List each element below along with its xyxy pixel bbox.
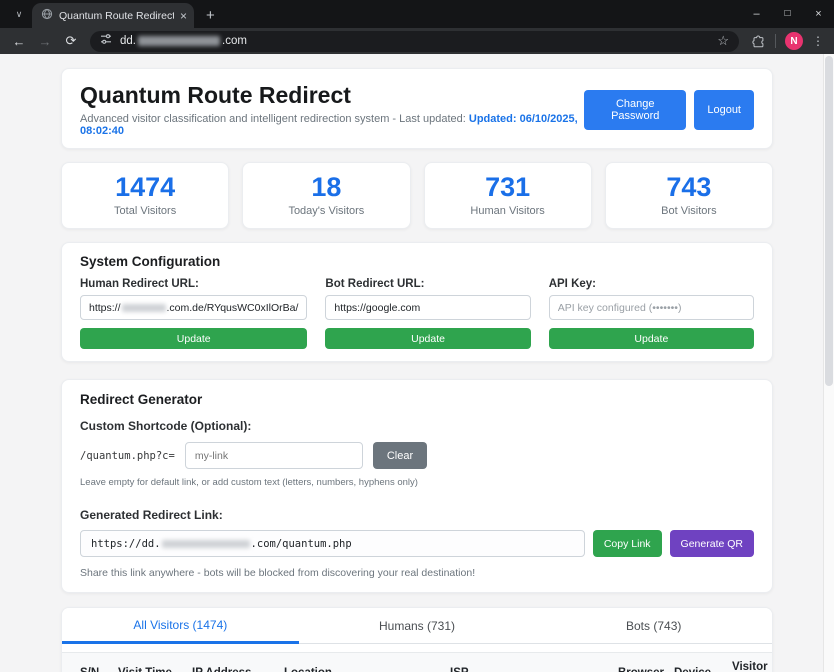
tune-icon[interactable]: [100, 32, 112, 50]
bot-redirect-input[interactable]: [325, 295, 530, 320]
change-password-button[interactable]: Change Password: [584, 90, 686, 130]
col-header-visitor-type: Visitor Type: [724, 653, 773, 672]
shortcode-help-text: Leave empty for default link, or add cus…: [80, 477, 754, 488]
stat-card-todays-visitors: 18 Today's Visitors: [242, 162, 410, 229]
tab-search-chevron-icon[interactable]: ∨: [8, 4, 30, 24]
forward-button[interactable]: →: [33, 34, 57, 49]
page-viewport: Quantum Route Redirect Advanced visitor …: [0, 54, 834, 672]
shortcode-input[interactable]: [185, 442, 363, 469]
profile-avatar[interactable]: N: [785, 32, 803, 50]
share-help-text: Share this link anywhere - bots will be …: [80, 567, 754, 579]
bookmark-star-icon[interactable]: ☆: [717, 33, 729, 49]
col-header-isp: ISP: [442, 653, 610, 672]
url-text: dd..com: [120, 35, 247, 47]
human-redirect-input[interactable]: https://.com.de/RYqusWC0xIlOrBa/: [80, 295, 307, 320]
reload-button[interactable]: ⟳: [59, 33, 83, 49]
human-redirect-field: Human Redirect URL: https://.com.de/RYqu…: [80, 278, 307, 349]
toolbar-divider: [775, 34, 776, 48]
extensions-icon[interactable]: [746, 35, 770, 48]
generated-link-input[interactable]: https://dd..com/quantum.php: [80, 530, 585, 557]
scrollbar-thumb[interactable]: [825, 56, 833, 386]
browser-menu-icon[interactable]: ⋮: [809, 34, 827, 48]
window-controls: – □ ×: [741, 0, 834, 27]
close-window-button[interactable]: ×: [803, 0, 834, 27]
minimize-button[interactable]: –: [741, 0, 772, 27]
human-redirect-redacted-segment: [122, 304, 166, 312]
generated-link-redacted-segment: [162, 540, 250, 548]
redirect-generator-card: Redirect Generator Custom Shortcode (Opt…: [61, 379, 773, 593]
back-button[interactable]: ←: [7, 34, 31, 49]
new-tab-button[interactable]: +: [206, 8, 215, 23]
header-actions: Change Password Logout: [584, 90, 754, 130]
browser-toolbar: ← → ⟳ dd..com ☆ N ⋮: [0, 28, 834, 54]
redirect-generator-title: Redirect Generator: [80, 392, 754, 407]
tab-bots[interactable]: Bots (743): [535, 608, 772, 644]
stat-card-human-visitors: 731 Human Visitors: [424, 162, 592, 229]
visitors-table-wrap: S/N Visit Time IP Address Location ISP B…: [62, 644, 772, 672]
col-header-browser: Browser: [610, 653, 666, 672]
tab-all-visitors[interactable]: All Visitors (1474): [62, 608, 299, 644]
header-text: Quantum Route Redirect Advanced visitor …: [80, 82, 584, 137]
col-header-visit-time: Visit Time: [110, 653, 184, 672]
page-scrollbar[interactable]: [823, 54, 834, 672]
stat-card-bot-visitors: 743 Bot Visitors: [605, 162, 773, 229]
page-title: Quantum Route Redirect: [80, 82, 584, 109]
stat-label: Human Visitors: [425, 205, 591, 217]
human-redirect-label: Human Redirect URL:: [80, 278, 307, 290]
stats-row: 1474 Total Visitors 18 Today's Visitors …: [61, 162, 773, 229]
clear-button[interactable]: Clear: [373, 442, 427, 469]
tab-title: Quantum Route Redirect - Adm: [59, 10, 174, 22]
generated-link-row: https://dd..com/quantum.php Copy Link Ge…: [80, 530, 754, 557]
update-human-redirect-button[interactable]: Update: [80, 328, 307, 349]
header-card: Quantum Route Redirect Advanced visitor …: [61, 68, 773, 149]
copy-link-button[interactable]: Copy Link: [593, 530, 662, 557]
tab-favicon-globe-icon: [41, 7, 53, 25]
shortcode-row: /quantum.php?c= Clear: [80, 442, 754, 469]
stat-value: 731: [425, 172, 591, 203]
stat-label: Today's Visitors: [243, 205, 409, 217]
custom-shortcode-label: Custom Shortcode (Optional):: [80, 419, 754, 433]
stat-value: 1474: [62, 172, 228, 203]
stat-label: Total Visitors: [62, 205, 228, 217]
col-header-device: Device: [666, 653, 724, 672]
address-bar[interactable]: dd..com ☆: [90, 31, 739, 52]
update-bot-redirect-button[interactable]: Update: [325, 328, 530, 349]
generated-link-label: Generated Redirect Link:: [80, 508, 754, 522]
stat-value: 18: [243, 172, 409, 203]
generate-qr-button[interactable]: Generate QR: [670, 530, 754, 557]
api-key-field: API Key: Update: [549, 278, 754, 349]
update-api-key-button[interactable]: Update: [549, 328, 754, 349]
page-subtitle: Advanced visitor classification and inte…: [80, 113, 584, 137]
stat-card-total-visitors: 1474 Total Visitors: [61, 162, 229, 229]
col-header-ip: IP Address: [184, 653, 276, 672]
api-key-label: API Key:: [549, 278, 754, 290]
visitor-tabs: All Visitors (1474) Humans (731) Bots (7…: [62, 608, 772, 644]
stat-value: 743: [606, 172, 772, 203]
tab-close-icon[interactable]: ×: [180, 10, 187, 22]
visitors-card: All Visitors (1474) Humans (731) Bots (7…: [61, 607, 773, 672]
logout-button[interactable]: Logout: [694, 90, 754, 130]
col-header-location: Location: [276, 653, 442, 672]
browser-tab-strip: ∨ Quantum Route Redirect - Adm × + – □ ×: [0, 0, 834, 28]
browser-tab[interactable]: Quantum Route Redirect - Adm ×: [32, 3, 194, 28]
shortcode-prefix: /quantum.php?c=: [80, 450, 175, 462]
api-key-input[interactable]: [549, 295, 754, 320]
bot-redirect-field: Bot Redirect URL: Update: [325, 278, 530, 349]
stat-label: Bot Visitors: [606, 205, 772, 217]
bot-redirect-label: Bot Redirect URL:: [325, 278, 530, 290]
maximize-button[interactable]: □: [772, 0, 803, 27]
content-container: Quantum Route Redirect Advanced visitor …: [61, 68, 773, 672]
system-configuration-card: System Configuration Human Redirect URL:…: [61, 242, 773, 362]
table-header-row: S/N Visit Time IP Address Location ISP B…: [62, 653, 773, 672]
visitors-table: S/N Visit Time IP Address Location ISP B…: [62, 652, 773, 672]
col-header-sn: S/N: [62, 653, 110, 672]
system-configuration-title: System Configuration: [80, 254, 754, 269]
config-grid: Human Redirect URL: https://.com.de/RYqu…: [80, 278, 754, 349]
url-redacted-segment: [138, 36, 220, 46]
tab-humans[interactable]: Humans (731): [299, 608, 536, 644]
